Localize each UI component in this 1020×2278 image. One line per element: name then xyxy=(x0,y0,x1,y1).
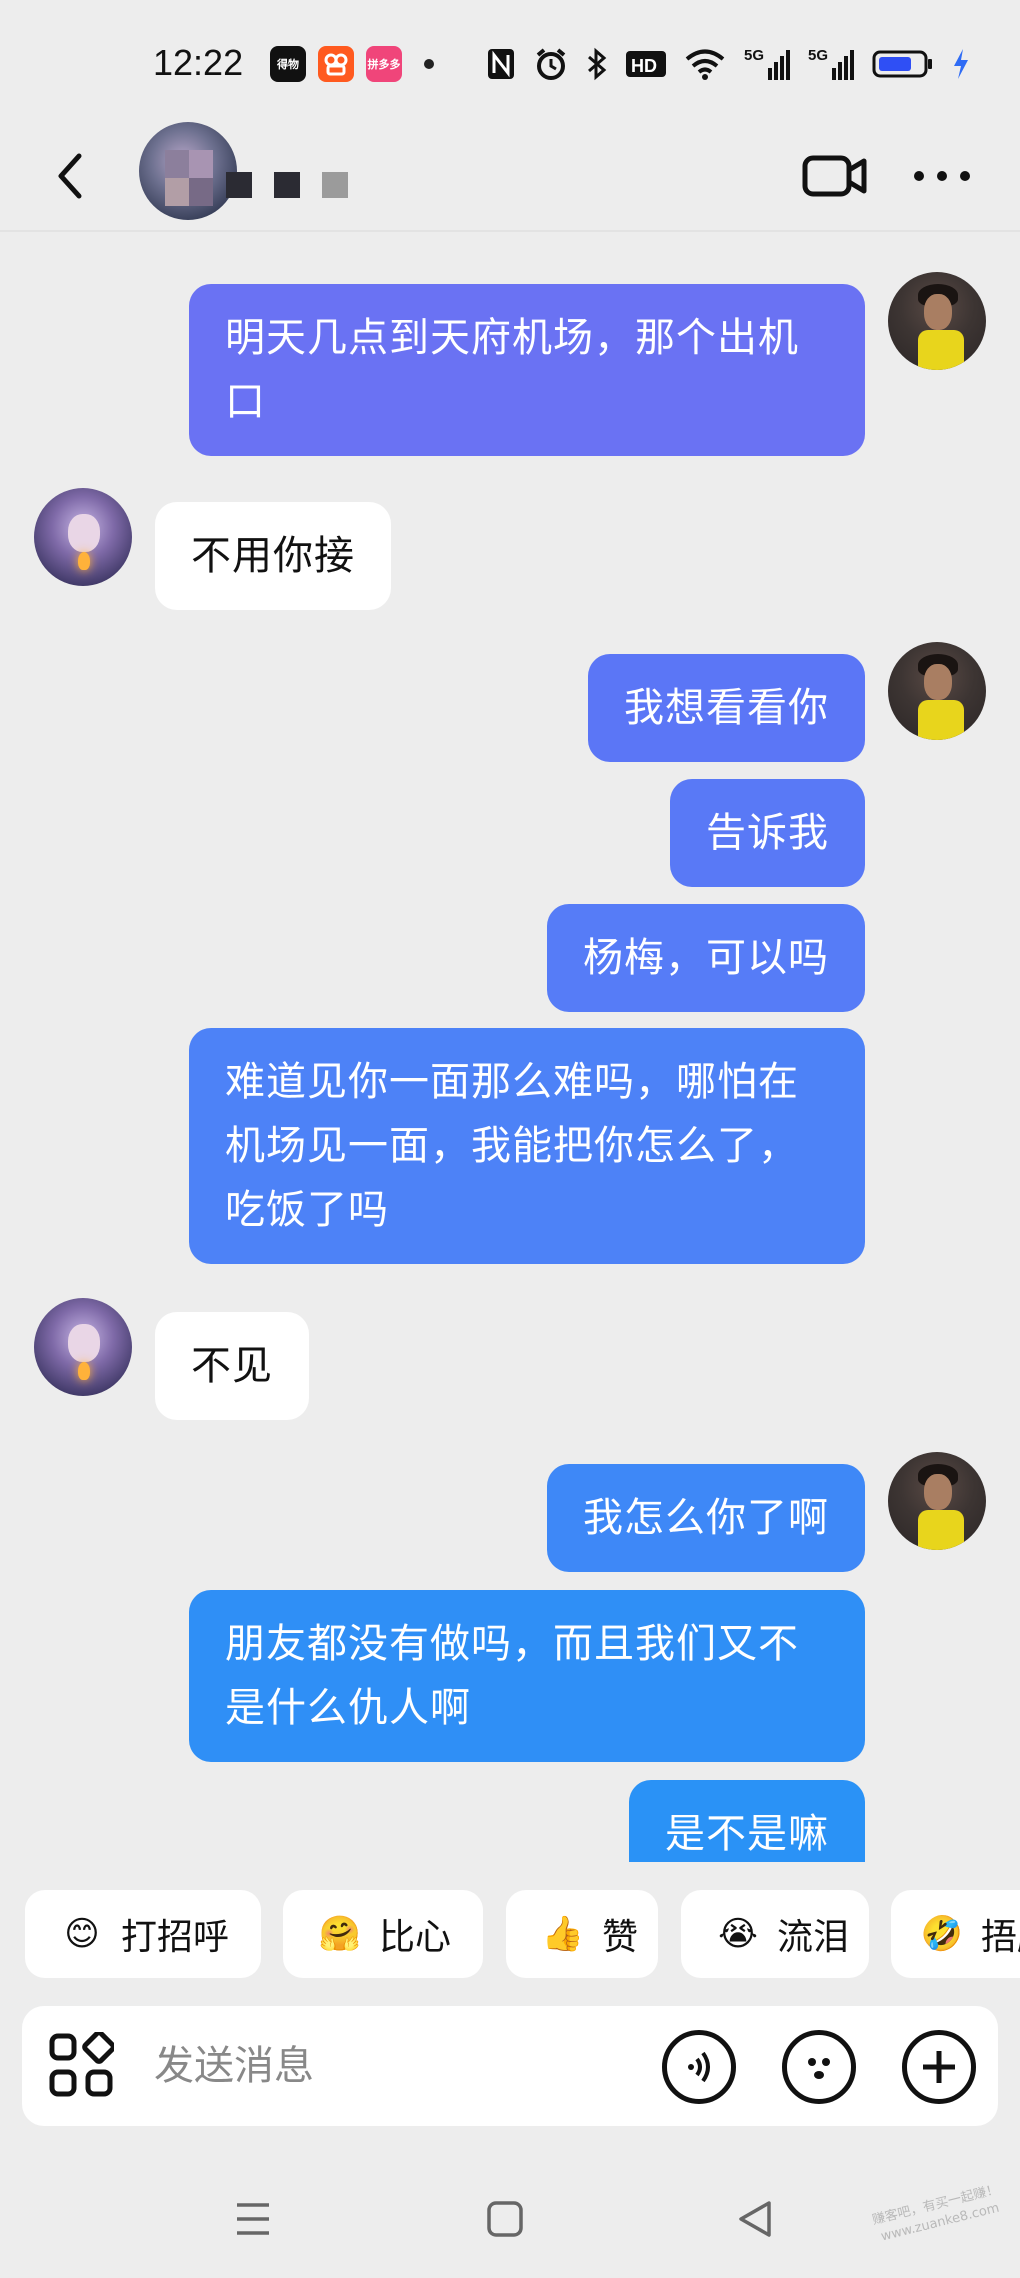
voice-wave-icon xyxy=(688,2051,710,2083)
facepalm-emoji-icon: 🤣 xyxy=(920,1914,964,1954)
quick-reply-label: 打招呼 xyxy=(121,1917,230,1958)
message-bubble-sent[interactable]: 告诉我 xyxy=(670,779,865,887)
nav-home-button[interactable] xyxy=(470,2184,540,2254)
message-line: 吃饭了吗 xyxy=(225,1187,389,1233)
contact-name-masked[interactable] xyxy=(226,172,348,198)
nav-menu-button[interactable] xyxy=(218,2184,288,2254)
more-options-button[interactable] xyxy=(910,144,974,208)
nfc-icon xyxy=(486,44,516,84)
more-dots-icon xyxy=(914,171,970,181)
message-line: 不用你接 xyxy=(191,533,355,579)
message-input[interactable] xyxy=(154,2036,634,2096)
pinduoduo-app-label: 拼多多 xyxy=(367,58,401,71)
my-avatar[interactable] xyxy=(888,642,986,740)
signal-5g-icon-2: 5G xyxy=(808,44,854,84)
hd-icon: HD xyxy=(626,44,666,84)
notification-icons: 得物 拼多多 xyxy=(270,46,434,82)
message-bubble-sent[interactable]: 难道见你一面那么难吗，哪怕在 机场见一面，我能把你怎么了， 吃饭了吗 xyxy=(189,1028,865,1264)
status-time: 12:22 xyxy=(153,42,244,83)
message-line: 明天几点到天府机场，那个出机 xyxy=(225,315,799,361)
crying-emoji-icon: 😭 xyxy=(718,1914,758,1954)
contact-message-avatar[interactable] xyxy=(34,1298,132,1396)
hd-label: HD xyxy=(631,56,657,76)
message-line: 我怎么你了啊 xyxy=(583,1495,829,1541)
quick-reply-label: 捂脸 xyxy=(981,1917,1020,1958)
message-line: 口 xyxy=(225,379,266,425)
heart-hands-emoji-icon: 🤗 xyxy=(318,1914,362,1954)
message-bubble-sent[interactable]: 我怎么你了啊 xyxy=(547,1464,865,1572)
emoji-button[interactable] xyxy=(782,2030,856,2104)
more-actions-button[interactable] xyxy=(902,2030,976,2104)
video-camera-icon xyxy=(802,155,867,197)
quick-reply-heart[interactable]: 🤗 比心 xyxy=(283,1890,483,1978)
masked-char xyxy=(322,172,348,198)
quick-reply-bar[interactable]: 😊 打招呼 🤗 比心 👍 赞 😭 流泪 🤣 捂脸 xyxy=(0,1890,1020,1980)
apps-button[interactable] xyxy=(48,2030,116,2098)
battery-icon xyxy=(872,44,934,84)
message-bubble-sent[interactable]: 杨梅，可以吗 xyxy=(547,904,865,1012)
quick-reply-facepalm[interactable]: 🤣 捂脸 xyxy=(891,1890,1020,1978)
menu-lines-icon xyxy=(237,2203,269,2235)
pinduoduo-app-icon: 拼多多 xyxy=(366,46,402,82)
my-avatar[interactable] xyxy=(888,1452,986,1550)
masked-char xyxy=(274,172,300,198)
masked-char xyxy=(226,172,252,198)
chat-messages[interactable]: 明天几点到天府机场，那个出机 口 不用你接 我想看看你 告诉我 杨梅，可以吗 难… xyxy=(0,234,1020,1862)
charging-bolt-icon xyxy=(952,44,970,84)
smiley-face-icon xyxy=(808,2058,830,2079)
message-line: 告诉我 xyxy=(706,810,829,856)
wifi-icon xyxy=(684,44,726,84)
quick-reply-tears[interactable]: 😭 流泪 xyxy=(681,1890,869,1978)
message-line: 是什么仇人啊 xyxy=(225,1685,471,1731)
status-bar: 12:22 得物 拼多多 HD 5G 5G xyxy=(0,0,1020,120)
net2-label: 5G xyxy=(808,47,828,64)
kuaishou-app-icon xyxy=(318,46,354,82)
message-line: 是不是嘛 xyxy=(665,1811,829,1857)
message-bubble-sent[interactable]: 朋友都没有做吗，而且我们又不 是什么仇人啊 xyxy=(189,1590,865,1762)
thumbs-up-emoji-icon: 👍 xyxy=(541,1914,585,1954)
message-line: 难道见你一面那么难吗，哪怕在 xyxy=(225,1059,799,1105)
chevron-left-icon xyxy=(58,153,82,199)
message-bubble-sent[interactable]: 明天几点到天府机场，那个出机 口 xyxy=(189,284,865,456)
message-bubble-received[interactable]: 不见 xyxy=(155,1312,309,1420)
alarm-icon xyxy=(534,44,568,84)
message-line: 不见 xyxy=(191,1343,273,1389)
system-icons: HD 5G 5G xyxy=(486,44,970,84)
message-bubble-sent[interactable]: 我想看看你 xyxy=(588,654,865,762)
nav-back-button[interactable] xyxy=(720,2184,790,2254)
message-line: 机场见一面，我能把你怎么了， xyxy=(225,1123,799,1169)
contact-message-avatar[interactable] xyxy=(34,488,132,586)
quick-reply-greet[interactable]: 😊 打招呼 xyxy=(25,1890,261,1978)
home-square-icon xyxy=(487,2201,523,2237)
bluetooth-icon xyxy=(586,44,608,84)
video-call-button[interactable] xyxy=(800,144,870,208)
wave-emoji-icon: 😊 xyxy=(64,1914,100,1954)
chat-header xyxy=(0,120,1020,232)
signal-5g-icon-1: 5G xyxy=(744,44,790,84)
dewu-app-icon: 得物 xyxy=(270,46,306,82)
dewu-app-label: 得物 xyxy=(277,58,299,71)
quick-reply-label: 流泪 xyxy=(777,1917,850,1958)
quick-reply-label: 赞 xyxy=(602,1917,639,1958)
quick-reply-label: 比心 xyxy=(379,1917,452,1958)
message-line: 朋友都没有做吗，而且我们又不 xyxy=(225,1621,799,1667)
net1-label: 5G xyxy=(744,47,764,64)
back-button[interactable] xyxy=(44,144,96,208)
quick-reply-like[interactable]: 👍 赞 xyxy=(506,1890,658,1978)
voice-button[interactable] xyxy=(662,2030,736,2104)
contact-avatar[interactable] xyxy=(139,122,237,220)
my-avatar[interactable] xyxy=(888,272,986,370)
apps-grid-icon xyxy=(49,2030,116,2097)
message-bubble-sent[interactable]: 是不是嘛 xyxy=(629,1780,865,1862)
message-line: 我想看看你 xyxy=(624,685,829,731)
more-notifications-dot-icon xyxy=(424,59,434,69)
back-triangle-icon xyxy=(739,2201,771,2237)
message-input-bar xyxy=(22,2006,998,2126)
message-line: 杨梅，可以吗 xyxy=(583,935,829,981)
plus-icon xyxy=(923,2051,955,2083)
message-bubble-received[interactable]: 不用你接 xyxy=(155,502,391,610)
